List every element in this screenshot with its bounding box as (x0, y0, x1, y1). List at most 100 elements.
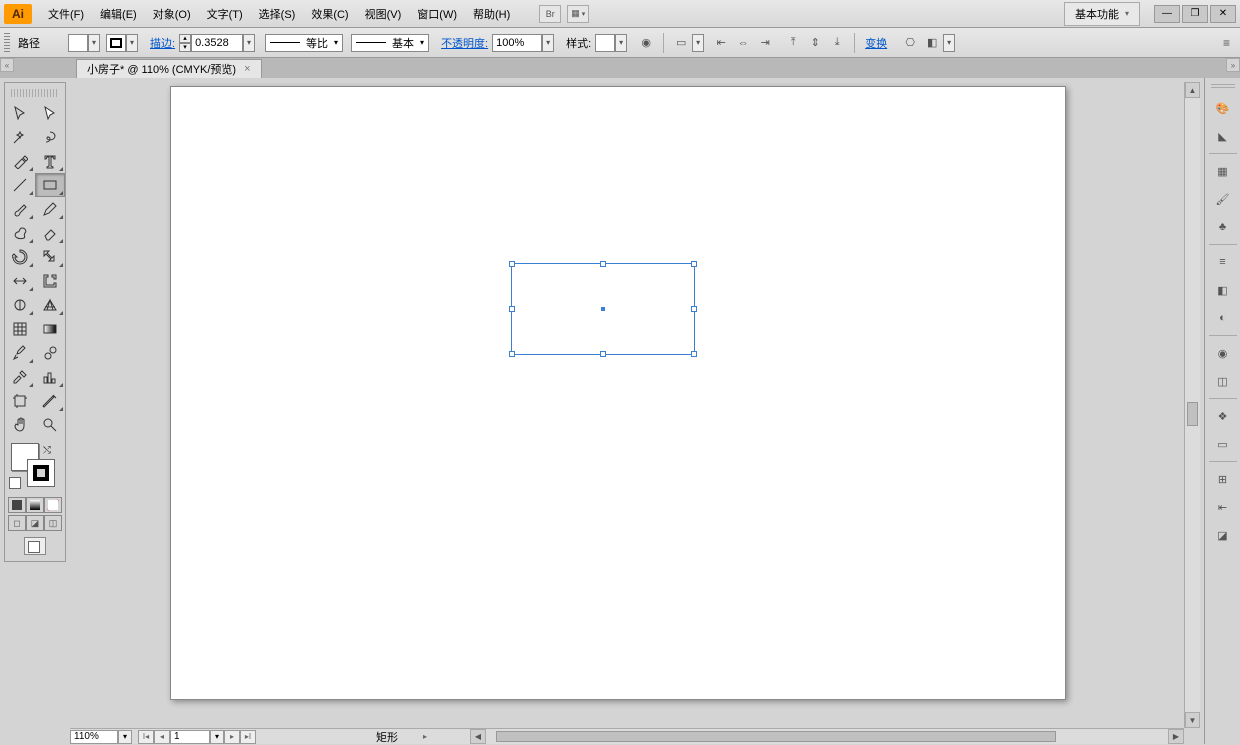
minimize-button[interactable]: — (1154, 5, 1180, 23)
appearance-panel-icon[interactable]: ◉ (1209, 339, 1237, 367)
maximize-button[interactable]: ❐ (1182, 5, 1208, 23)
menu-view[interactable]: 视图(V) (357, 2, 410, 26)
selection-tool[interactable] (5, 101, 35, 125)
fill-dropdown[interactable]: ▾ (88, 34, 100, 52)
align-right-icon[interactable]: ⇥ (754, 33, 776, 53)
color-panel-icon[interactable]: 🎨 (1209, 94, 1237, 122)
brushes-panel-icon[interactable]: 🖌 (1209, 185, 1237, 213)
stroke-color-box[interactable] (27, 459, 55, 487)
mesh-tool[interactable] (5, 317, 35, 341)
screen-mode-icon[interactable] (24, 537, 46, 555)
align-top-icon[interactable]: ⤒ (782, 33, 804, 53)
collapse-left-icon[interactable]: « (0, 58, 14, 72)
horizontal-scrollbar[interactable]: ◀ ▶ (470, 728, 1184, 744)
document-tab[interactable]: 小房子* @ 110% (CMYK/预览) × (76, 59, 262, 78)
zoom-input[interactable]: 110% (70, 730, 118, 744)
close-button[interactable]: ✕ (1210, 5, 1236, 23)
brush-definition[interactable]: 基本▾ (351, 34, 429, 52)
shape-builder-tool[interactable] (5, 293, 35, 317)
eraser-tool[interactable] (35, 221, 65, 245)
artboards-panel-icon[interactable]: ▭ (1209, 430, 1237, 458)
graphic-style-dropdown[interactable]: ▾ (615, 34, 627, 52)
graphic-style-swatch[interactable] (595, 34, 615, 52)
menu-type[interactable]: 文字(T) (199, 2, 251, 26)
stroke-weight-dropdown[interactable]: ▾ (243, 34, 255, 52)
zoom-dropdown[interactable]: ▾ (118, 730, 132, 744)
prev-artboard-icon[interactable]: ◂ (154, 730, 170, 744)
control-bar-menu-icon[interactable]: ≡ (1217, 36, 1236, 50)
color-mode-none[interactable] (44, 497, 62, 513)
align-to-selection-icon[interactable]: ▭ (670, 33, 692, 53)
align-to-dropdown[interactable]: ▾ (692, 34, 704, 52)
rectangle-tool[interactable] (35, 173, 65, 197)
status-menu-icon[interactable]: ▸ (418, 730, 432, 744)
swatches-panel-icon[interactable]: ▦ (1209, 157, 1237, 185)
rotate-tool[interactable] (5, 245, 35, 269)
paintbrush-tool[interactable] (5, 197, 35, 221)
handle-middle-right[interactable] (691, 306, 697, 312)
toolbox-grip-icon[interactable] (11, 89, 59, 97)
swap-fill-stroke-icon[interactable]: ⤭ (43, 445, 51, 456)
fill-swatch[interactable] (68, 34, 88, 52)
collapse-right-icon[interactable]: » (1226, 58, 1240, 72)
handle-top-right[interactable] (691, 261, 697, 267)
gradient-tool[interactable] (35, 317, 65, 341)
last-artboard-icon[interactable]: ▸I (240, 730, 256, 744)
stroke-link[interactable]: 描边: (150, 35, 175, 51)
scroll-up-icon[interactable]: ▲ (1185, 82, 1200, 98)
menu-file[interactable]: 文件(F) (40, 2, 92, 26)
column-graph-tool[interactable] (35, 365, 65, 389)
magic-wand-tool[interactable] (5, 125, 35, 149)
symbol-sprayer-tool[interactable] (5, 365, 35, 389)
canvas-area[interactable] (70, 82, 1200, 728)
first-artboard-icon[interactable]: I◂ (138, 730, 154, 744)
symbols-panel-icon[interactable]: ♣ (1209, 213, 1237, 241)
draw-behind-icon[interactable]: ◪ (26, 515, 44, 531)
draw-inside-icon[interactable]: ◫ (44, 515, 62, 531)
vscroll-thumb[interactable] (1187, 402, 1198, 426)
stroke-weight-input[interactable] (191, 34, 243, 52)
align-left-icon[interactable]: ⇤ (710, 33, 732, 53)
handle-bottom-right[interactable] (691, 351, 697, 357)
align-bottom-icon[interactable]: ⤓ (826, 33, 848, 53)
menu-window[interactable]: 窗口(W) (409, 2, 465, 26)
gradient-panel-icon[interactable]: ◧ (1209, 276, 1237, 304)
stroke-dropdown[interactable]: ▾ (126, 34, 138, 52)
workspace-switcher[interactable]: 基本功能 (1064, 2, 1140, 26)
menu-object[interactable]: 对象(O) (145, 2, 199, 26)
scroll-down-icon[interactable]: ▼ (1185, 712, 1200, 728)
menu-help[interactable]: 帮助(H) (465, 2, 518, 26)
eyedropper-tool[interactable] (5, 341, 35, 365)
free-transform-tool[interactable] (35, 269, 65, 293)
transparency-panel-icon[interactable]: ◐ (1209, 304, 1237, 332)
slice-tool[interactable] (35, 389, 65, 413)
draw-normal-icon[interactable]: ◻ (8, 515, 26, 531)
pathfinder-panel-icon[interactable]: ◪ (1209, 521, 1237, 549)
hscroll-thumb[interactable] (496, 731, 1056, 742)
scale-tool[interactable] (35, 245, 65, 269)
perspective-grid-tool[interactable] (35, 293, 65, 317)
lasso-tool[interactable] (35, 125, 65, 149)
isolate-icon[interactable]: ⎔ (899, 33, 921, 53)
layers-panel-icon[interactable]: ❖ (1209, 402, 1237, 430)
stroke-swatch[interactable] (106, 34, 126, 52)
close-tab-icon[interactable]: × (244, 63, 250, 75)
stroke-panel-icon[interactable]: ≡ (1209, 248, 1237, 276)
graphic-styles-panel-icon[interactable]: ◫ (1209, 367, 1237, 395)
select-similar-icon[interactable]: ◧ (921, 33, 943, 53)
scroll-right-icon[interactable]: ▶ (1168, 729, 1184, 744)
color-mode-solid[interactable] (8, 497, 26, 513)
align-hcenter-icon[interactable]: ⇔ (732, 33, 754, 53)
handle-bottom-left[interactable] (509, 351, 515, 357)
variable-width-profile[interactable]: 等比▾ (265, 34, 343, 52)
align-panel-icon[interactable]: ⇤ (1209, 493, 1237, 521)
opacity-link[interactable]: 不透明度: (441, 35, 488, 51)
blob-brush-tool[interactable] (5, 221, 35, 245)
default-fill-stroke-icon[interactable] (9, 477, 21, 489)
color-guide-panel-icon[interactable]: ◣ (1209, 122, 1237, 150)
menu-edit[interactable]: 编辑(E) (92, 2, 145, 26)
panel-grip-icon[interactable] (1211, 84, 1235, 90)
selected-rectangle[interactable] (511, 263, 695, 355)
line-segment-tool[interactable] (5, 173, 35, 197)
width-tool[interactable] (5, 269, 35, 293)
